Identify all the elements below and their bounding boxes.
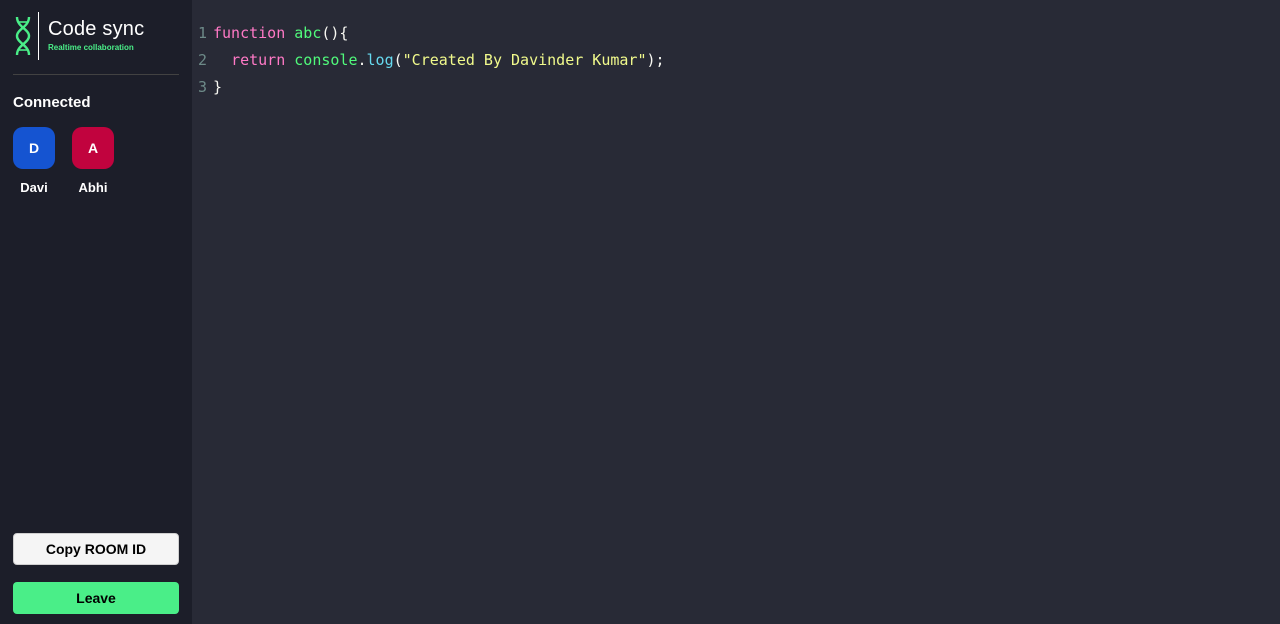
line-number: 3 — [197, 78, 207, 96]
code-token: ); — [646, 51, 665, 69]
avatar: A — [72, 127, 114, 169]
code-token: console — [294, 51, 358, 69]
line-number: 1 — [197, 24, 207, 42]
avatar: D — [13, 127, 55, 169]
dna-icon — [15, 16, 31, 56]
client-item: D Davi — [13, 127, 55, 195]
code-token: . — [357, 51, 367, 69]
line-content[interactable]: } — [213, 74, 222, 101]
client-name: Davi — [20, 180, 48, 195]
logo: Code sync Realtime collaboration — [13, 0, 179, 75]
client-list: D Davi A Abhi — [13, 127, 179, 195]
client-item: A Abhi — [72, 127, 114, 195]
code-editor[interactable]: 1 function abc(){ 2 return console.log("… — [192, 0, 1280, 624]
app-title: Code sync — [48, 18, 145, 40]
leave-button[interactable]: Leave — [13, 582, 179, 614]
copy-room-id-button[interactable]: Copy ROOM ID — [13, 533, 179, 565]
line-number: 2 — [197, 51, 207, 69]
code-token: } — [213, 78, 223, 96]
app-subtitle: Realtime collaboration — [48, 43, 134, 52]
code-token: abc — [294, 24, 322, 42]
app-root: Code sync Realtime collaboration Connect… — [0, 0, 1280, 624]
line-content[interactable]: return console.log("Created By Davinder … — [213, 47, 665, 74]
code-token: return — [231, 51, 286, 69]
code-token: function — [213, 24, 286, 42]
code-token: log — [366, 51, 394, 69]
client-name: Abhi — [78, 180, 108, 195]
code-token: (){ — [321, 24, 349, 42]
logo-divider — [38, 12, 39, 60]
code-line: 3 } — [192, 74, 1280, 101]
line-content[interactable]: function abc(){ — [213, 20, 348, 47]
code-line: 2 return console.log("Created By Davinde… — [192, 47, 1280, 74]
connected-heading: Connected — [13, 94, 91, 111]
sidebar: Code sync Realtime collaboration Connect… — [0, 0, 192, 624]
code-token: "Created By Davinder Kumar" — [402, 51, 647, 69]
code-line: 1 function abc(){ — [192, 20, 1280, 47]
code-token: ( — [393, 51, 403, 69]
logo-text: Code sync Realtime collaboration — [48, 18, 144, 54]
